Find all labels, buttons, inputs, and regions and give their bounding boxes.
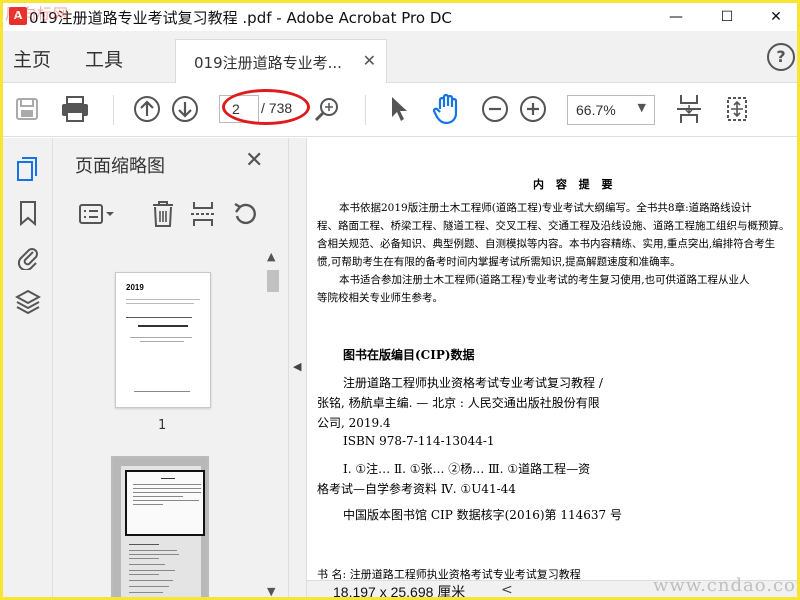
- next-page-icon[interactable]: [169, 93, 201, 125]
- document-tab-label: 019注册道路专业考...: [194, 54, 342, 72]
- nav-bar: 主页 工具 019注册道路专业考... ✕ ?: [3, 31, 797, 83]
- panel-collapse-strip[interactable]: ◀: [289, 138, 307, 597]
- summary-heading: 内 容 提 要: [533, 178, 617, 191]
- minimize-button[interactable]: —: [653, 3, 699, 31]
- toolbar-separator: [113, 95, 114, 125]
- summary-line: 惯,可帮助考生在有限的备考时间内掌握考试所需知识,提高解题速度和准确率。: [317, 256, 681, 268]
- scrollbar-thumb[interactable]: [267, 270, 279, 292]
- hand-tool-icon[interactable]: [431, 93, 463, 125]
- bookmark-icon[interactable]: [15, 200, 41, 226]
- thumbnail-options-icon[interactable]: [77, 198, 117, 230]
- thumbnail-page-label: 1: [158, 418, 167, 433]
- cip-line: Ⅰ. ①注… Ⅱ. ①张… ②杨… Ⅲ. ①道路工程—资: [343, 462, 591, 476]
- app-window: A 019注册道路专业考试复习教程 .pdf - Adobe Acrobat P…: [0, 0, 800, 600]
- nav-tools-tab[interactable]: 工具: [85, 45, 123, 72]
- page-dimensions: 18.197 x 25.698 厘米: [333, 584, 466, 600]
- previous-page-icon[interactable]: [131, 93, 163, 125]
- chevron-down-icon: ▼: [637, 101, 646, 114]
- cip-line: 公司, 2019.4: [317, 416, 391, 430]
- nav-home-tab[interactable]: 主页: [13, 45, 51, 72]
- scroll-mode-icon[interactable]: [721, 93, 753, 125]
- attachment-icon[interactable]: [15, 244, 41, 270]
- cip-line: 中国版本图书馆 CIP 数据核字(2016)第 114637 号: [343, 508, 622, 522]
- page-thumbnails-icon[interactable]: [15, 156, 41, 182]
- main-toolbar: 2 / 738 66.7% ▼: [3, 83, 797, 137]
- collapse-panel-icon[interactable]: ◀: [293, 360, 301, 373]
- select-cursor-icon[interactable]: [383, 93, 415, 125]
- summary-line: 程、路面工程、桥梁工程、隧道工程、交叉工程、交通工程及沿线设施、道路工程施工组织…: [317, 220, 790, 232]
- print-icon[interactable]: [59, 93, 91, 125]
- summary-line: 等院校相关专业师生参考。: [317, 292, 443, 304]
- layers-icon[interactable]: [15, 288, 41, 314]
- scroll-down-icon[interactable]: ▼: [267, 585, 275, 597]
- cip-line: 张铭, 杨航卓主编. — 北京 : 人民交通出版社股份有限: [317, 396, 600, 410]
- zoom-out-icon[interactable]: [479, 93, 511, 125]
- title-bar: A 019注册道路专业考试复习教程 .pdf - Adobe Acrobat P…: [3, 3, 797, 31]
- thumbnail-toolbar: [53, 198, 289, 234]
- book-title-line: 书 名: 注册道路工程师执业资格考试专业考试复习教程: [317, 568, 581, 580]
- summary-line: 含相关规范、必备知识、典型例题、自测模拟等内容。本书内容精练、实用,重点突出,编…: [317, 238, 776, 250]
- document-tab-close-icon[interactable]: ✕: [363, 51, 376, 70]
- cip-title: 图书在版编目(CIP)数据: [343, 348, 475, 362]
- document-view[interactable]: 内 容 提 要 本书依据2019版注册土木工程师(道路工程)专业考试大纲编写。全…: [307, 138, 797, 580]
- zoom-in-icon[interactable]: [517, 93, 549, 125]
- scroll-up-icon[interactable]: ▲: [267, 250, 275, 263]
- help-icon[interactable]: ?: [767, 43, 795, 71]
- window-title: 019注册道路专业考试复习教程 .pdf - Adobe Acrobat Pro…: [29, 9, 452, 27]
- close-window-button[interactable]: ✕: [753, 3, 797, 31]
- toolbar-separator: [365, 95, 366, 125]
- save-icon[interactable]: [11, 93, 43, 125]
- rotate-page-icon[interactable]: [229, 198, 261, 230]
- thumbnail-panel-title: 页面缩略图: [75, 156, 165, 177]
- close-panel-icon[interactable]: ✕: [245, 148, 263, 173]
- visible-area-frame[interactable]: [125, 470, 205, 536]
- thumbnail-scrollbar[interactable]: ▲ ▼: [265, 250, 281, 597]
- status-collapse-arrow[interactable]: <: [501, 582, 513, 597]
- document-tab[interactable]: 019注册道路专业考... ✕: [175, 39, 387, 83]
- thumbnail-year: 2019: [126, 283, 144, 292]
- left-icon-rail: [3, 138, 53, 597]
- zoom-level-select[interactable]: 66.7% ▼: [567, 95, 655, 125]
- zoom-level-value: 66.7%: [576, 102, 616, 118]
- summary-line: 本书适合参加注册土木工程师(道路工程)专业考试的考生复习使用,也可供道路工程从业…: [339, 274, 750, 286]
- thumbnail-panel: 页面缩略图 ✕ 2019 1 ▲ ▼: [53, 138, 289, 597]
- page-thumbnail-1[interactable]: 2019: [115, 272, 211, 408]
- fit-page-icon[interactable]: [673, 93, 705, 125]
- logo-watermark: 风向标网: [5, 5, 70, 23]
- delete-page-icon[interactable]: [147, 198, 179, 230]
- summary-line: 本书依据2019版注册土木工程师(道路工程)专业考试大纲编写。全书共8章:道路路…: [339, 202, 752, 214]
- page-number-highlight-oval: [222, 89, 310, 125]
- zoom-search-icon[interactable]: [311, 93, 343, 125]
- site-watermark: www.cndao.com: [653, 575, 800, 596]
- maximize-button[interactable]: ☐: [704, 3, 750, 31]
- cip-line: 格考试—自学参考资料 Ⅳ. ①U41-44: [317, 482, 516, 496]
- extract-pages-icon[interactable]: [187, 198, 219, 230]
- cip-line: 注册道路工程师执业资格考试专业考试复习教程 /: [343, 376, 603, 390]
- page-thumbnail-2-selected[interactable]: [111, 456, 209, 597]
- cip-line: ISBN 978-7-114-13044-1: [343, 434, 495, 448]
